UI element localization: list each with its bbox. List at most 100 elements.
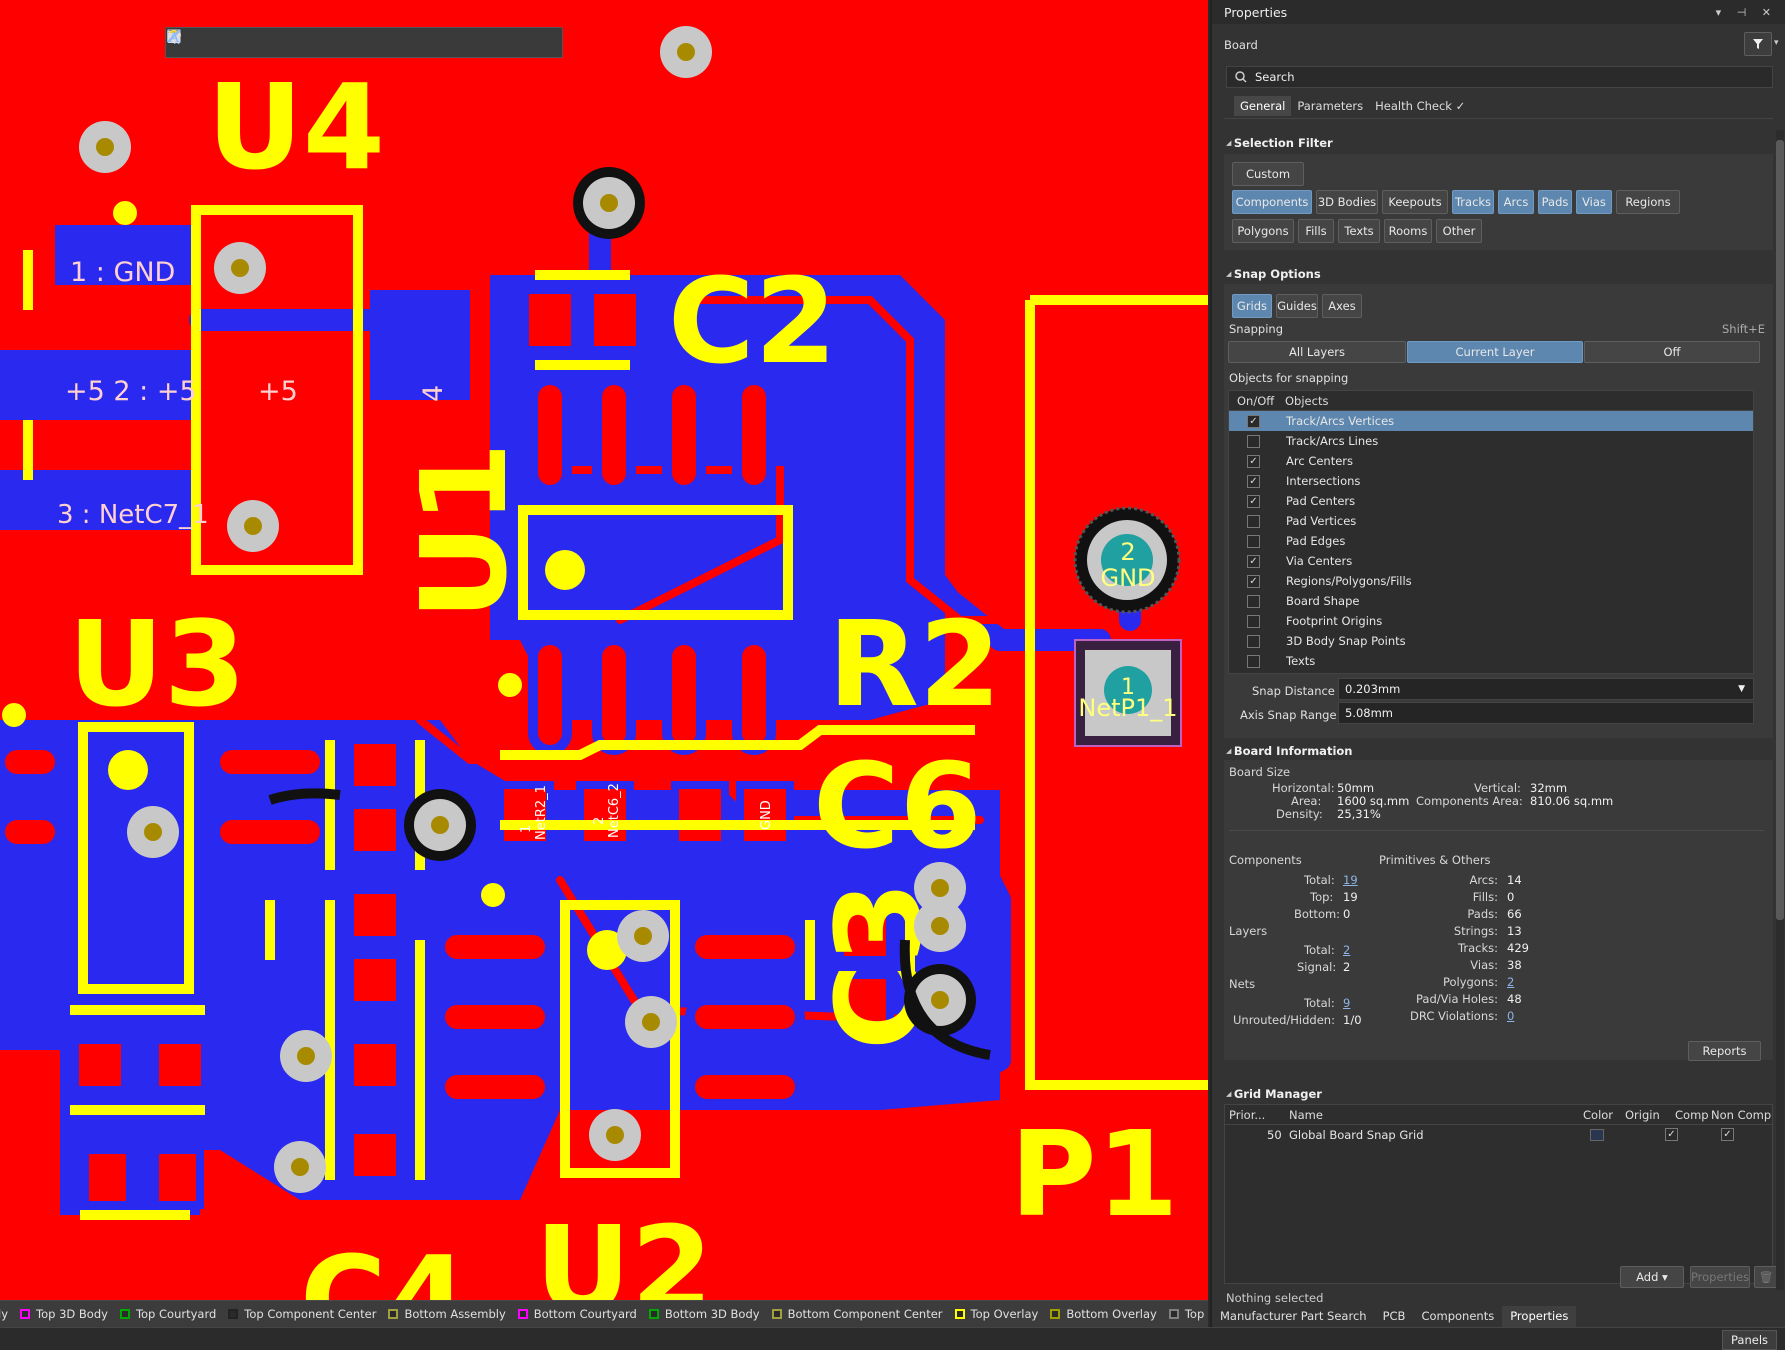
- layers-total-link[interactable]: 2: [1343, 943, 1350, 957]
- snap-object-row[interactable]: ✓ Regions/Polygons/Fills: [1229, 571, 1753, 591]
- filter-dropdown[interactable]: [1744, 32, 1772, 56]
- snap-object-checkbox[interactable]: ✓: [1247, 474, 1260, 488]
- layer-tab[interactable]: Bottom 3D Body: [648, 1307, 760, 1321]
- polygon-icon[interactable]: [168, 31, 447, 55]
- snap-axes[interactable]: Axes: [1322, 294, 1362, 318]
- nets-total-link[interactable]: 9: [1343, 996, 1350, 1010]
- section-grid-manager[interactable]: Grid Manager: [1226, 1087, 1322, 1101]
- snap-object-checkbox[interactable]: [1247, 594, 1260, 608]
- grid-noncomp-checkbox[interactable]: ✓: [1721, 1128, 1734, 1141]
- fill-icon[interactable]: [167, 29, 475, 55]
- layer-tab[interactable]: Top Component Center: [228, 1307, 376, 1321]
- snap-object-row[interactable]: Pad Vertices: [1229, 511, 1753, 531]
- tab-parameters[interactable]: Parameters: [1291, 96, 1369, 116]
- section-selection-filter[interactable]: Selection Filter: [1226, 136, 1333, 150]
- snap-object-checkbox[interactable]: ✓: [1247, 574, 1260, 588]
- filter-3d-bodies[interactable]: 3D Bodies: [1316, 190, 1378, 214]
- delete-icon[interactable]: 🗑: [1754, 1266, 1778, 1288]
- add-button[interactable]: Add ▾: [1620, 1266, 1684, 1288]
- component-icon[interactable]: [169, 31, 335, 55]
- snap-mode-current-layer[interactable]: Current Layer: [1407, 341, 1583, 363]
- filter-pads[interactable]: Pads: [1538, 190, 1572, 214]
- panel-tab-pcb[interactable]: PCB: [1375, 1306, 1414, 1327]
- col-non-comp[interactable]: Non Comp: [1711, 1108, 1771, 1122]
- filter-polygons[interactable]: Polygons: [1232, 219, 1294, 243]
- custom-button[interactable]: Custom: [1232, 162, 1304, 186]
- snap-object-checkbox[interactable]: ✓: [1247, 454, 1260, 468]
- snap-object-checkbox[interactable]: [1247, 654, 1260, 668]
- search-field[interactable]: Search: [1226, 66, 1773, 88]
- axis-snap-range-input[interactable]: 5.08mm: [1338, 702, 1754, 724]
- snap-object-row[interactable]: ✓ Track/Arcs Vertices: [1229, 411, 1753, 431]
- panel-scrollbar[interactable]: [1776, 130, 1784, 1290]
- panel-tab-components[interactable]: Components: [1413, 1306, 1502, 1327]
- select-rect-icon[interactable]: [167, 29, 280, 55]
- filter-tracks[interactable]: Tracks: [1452, 190, 1494, 214]
- snap-object-row[interactable]: Texts: [1229, 651, 1753, 671]
- layer-tab[interactable]: Bottom Component Center: [771, 1307, 943, 1321]
- layer-tab[interactable]: Bottom Courtyard: [517, 1307, 637, 1321]
- filter-components[interactable]: Components: [1232, 190, 1312, 214]
- col-priority[interactable]: Prior...: [1229, 1108, 1265, 1122]
- snap-object-row[interactable]: 3D Body Snap Points: [1229, 631, 1753, 651]
- panel-controls[interactable]: ▾ ⊣ ✕: [1716, 6, 1777, 19]
- snap-object-checkbox[interactable]: ✓: [1247, 414, 1260, 428]
- interactive-route-icon[interactable]: [167, 30, 363, 55]
- col-comp[interactable]: Comp: [1675, 1108, 1709, 1122]
- panels-button[interactable]: Panels: [1721, 1330, 1777, 1350]
- grid-color-swatch[interactable]: [1590, 1129, 1604, 1141]
- filter-keepouts[interactable]: Keepouts: [1382, 190, 1448, 214]
- primitive-value[interactable]: 2: [1507, 975, 1514, 989]
- dimension-icon[interactable]: [167, 31, 502, 55]
- place-crosshair-icon[interactable]: [168, 30, 252, 55]
- snap-object-checkbox[interactable]: [1247, 434, 1260, 448]
- layer-tab[interactable]: Bottom Overlay: [1050, 1307, 1157, 1321]
- filter-vias[interactable]: Vias: [1576, 190, 1612, 214]
- align-icon[interactable]: [168, 31, 307, 55]
- snap-object-checkbox[interactable]: [1247, 634, 1260, 648]
- col-name[interactable]: Name: [1289, 1108, 1323, 1122]
- section-board-information[interactable]: Board Information: [1226, 744, 1353, 758]
- reports-button[interactable]: Reports: [1688, 1041, 1761, 1061]
- layer-tab[interactable]: Top Overlay: [954, 1307, 1038, 1321]
- snap-mode-all-layers[interactable]: All Layers: [1228, 341, 1406, 363]
- snap-object-row[interactable]: ✓ Arc Centers: [1229, 451, 1753, 471]
- snap-grids[interactable]: Grids: [1232, 294, 1272, 318]
- comp-total-link[interactable]: 19: [1343, 873, 1358, 887]
- snap-object-checkbox[interactable]: [1247, 514, 1260, 528]
- section-snap-options[interactable]: Snap Options: [1226, 267, 1321, 281]
- col-color[interactable]: Color: [1583, 1108, 1613, 1122]
- snap-object-row[interactable]: Pad Edges: [1229, 531, 1753, 551]
- filter-rooms[interactable]: Rooms: [1384, 219, 1432, 243]
- filter-texts[interactable]: Texts: [1338, 219, 1380, 243]
- tab-health-check[interactable]: Health Check ✓: [1369, 96, 1471, 116]
- layer-tab[interactable]: ly: [0, 1307, 8, 1321]
- filter-regions[interactable]: Regions: [1616, 190, 1680, 214]
- layer-tab[interactable]: Top Paste: [1168, 1307, 1208, 1321]
- grid-comp-checkbox[interactable]: ✓: [1665, 1128, 1678, 1141]
- grid-properties-button[interactable]: Properties: [1690, 1266, 1750, 1288]
- diff-pair-icon[interactable]: [167, 31, 391, 55]
- panel-tab-manufacturer-part-search[interactable]: Manufacturer Part Search: [1212, 1306, 1375, 1327]
- layer-tab[interactable]: Top 3D Body: [20, 1307, 108, 1321]
- primitive-value[interactable]: 0: [1507, 1009, 1514, 1023]
- snap-object-checkbox[interactable]: ✓: [1247, 494, 1260, 508]
- snap-object-checkbox[interactable]: ✓: [1247, 554, 1260, 568]
- via-icon[interactable]: [170, 30, 419, 55]
- tab-general[interactable]: General: [1234, 96, 1292, 116]
- snap-object-row[interactable]: Board Shape: [1229, 591, 1753, 611]
- filter-fills[interactable]: Fills: [1298, 219, 1334, 243]
- snap-object-row[interactable]: ✓ Pad Centers: [1229, 491, 1753, 511]
- snap-guides[interactable]: Guides: [1276, 294, 1318, 318]
- snap-object-row[interactable]: Footprint Origins: [1229, 611, 1753, 631]
- snap-mode-off[interactable]: Off: [1584, 341, 1760, 363]
- snap-distance-select[interactable]: 0.203mm ▼: [1338, 678, 1754, 700]
- snap-object-checkbox[interactable]: [1247, 614, 1260, 628]
- layer-tab[interactable]: Top Courtyard: [119, 1307, 216, 1321]
- col-objects[interactable]: Objects: [1279, 394, 1328, 408]
- text-icon[interactable]: A: [168, 30, 530, 55]
- line-icon[interactable]: [167, 29, 558, 55]
- route-icon[interactable]: [169, 31, 224, 55]
- pcb-canvas[interactable]: U4 U3 U2 C2 R2 C6 P1 C4 U1 C3 1 : GND +5…: [0, 0, 1208, 1300]
- snap-object-row[interactable]: ✓ Intersections: [1229, 471, 1753, 491]
